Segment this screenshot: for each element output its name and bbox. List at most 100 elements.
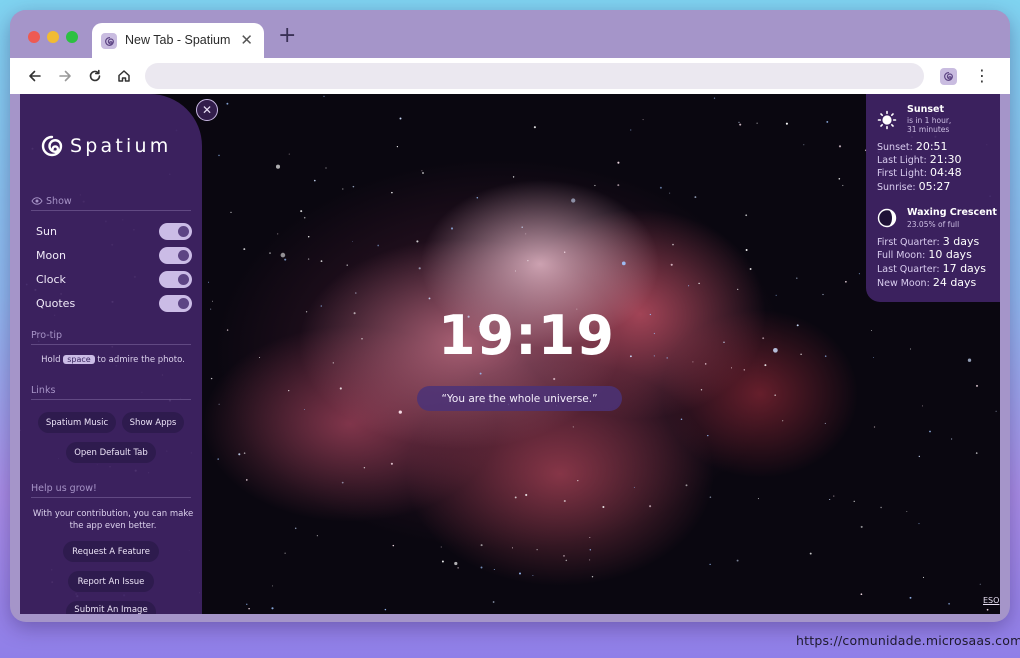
star bbox=[873, 357, 875, 358]
spatium-music-button[interactable]: Spatium Music bbox=[38, 412, 116, 433]
star bbox=[440, 546, 442, 548]
star bbox=[909, 348, 912, 350]
star bbox=[589, 559, 591, 561]
star bbox=[707, 434, 709, 437]
links-heading: Links bbox=[31, 385, 191, 400]
star bbox=[829, 498, 831, 501]
protip-text: Hold space to admire the photo. bbox=[31, 355, 195, 365]
spatium-extension-icon[interactable] bbox=[940, 68, 957, 85]
star bbox=[377, 244, 380, 247]
star bbox=[320, 260, 323, 262]
settings-sidebar: Spatium Show Sun Moon Clock Quotes Pro-t… bbox=[20, 94, 202, 614]
star bbox=[480, 544, 483, 547]
new-tab-button[interactable]: + bbox=[278, 25, 296, 47]
clock-toggle[interactable] bbox=[159, 270, 192, 288]
star bbox=[564, 251, 566, 253]
tab-spatium[interactable]: New Tab - Spatium ✕ bbox=[92, 23, 264, 58]
star bbox=[723, 341, 725, 344]
space-key-badge: space bbox=[63, 355, 95, 364]
star bbox=[870, 330, 872, 332]
sidebar-close-icon[interactable]: ✕ bbox=[196, 99, 218, 121]
home-icon[interactable] bbox=[114, 66, 134, 86]
star bbox=[275, 164, 281, 169]
star bbox=[589, 549, 591, 551]
star bbox=[339, 387, 342, 390]
sun-row-label: Last Light: bbox=[877, 155, 927, 166]
star bbox=[796, 277, 798, 279]
report-issue-button[interactable]: Report An Issue bbox=[68, 571, 154, 592]
sun-row-label: Sunset: bbox=[877, 142, 913, 153]
sun-row: Sunset: 20:51 bbox=[877, 140, 948, 153]
request-feature-button[interactable]: Request A Feature bbox=[63, 541, 159, 562]
star bbox=[929, 430, 931, 433]
back-icon[interactable] bbox=[25, 66, 45, 86]
moon-toggle[interactable] bbox=[159, 246, 192, 264]
star bbox=[284, 258, 287, 261]
star bbox=[243, 452, 246, 454]
toggle-row-quotes: Quotes bbox=[36, 294, 192, 312]
star bbox=[218, 403, 220, 405]
sun-row-value: 05:27 bbox=[918, 180, 951, 193]
star bbox=[512, 547, 513, 549]
star bbox=[617, 161, 620, 164]
star bbox=[774, 394, 777, 397]
logo-text: Spatium bbox=[70, 135, 172, 157]
close-window-button[interactable] bbox=[28, 31, 40, 43]
tab-title: New Tab - Spatium bbox=[125, 33, 231, 47]
star bbox=[307, 235, 310, 238]
tab-close-icon[interactable]: ✕ bbox=[240, 31, 253, 49]
star bbox=[272, 585, 274, 587]
star bbox=[756, 122, 758, 124]
star bbox=[842, 184, 844, 187]
star bbox=[277, 233, 279, 235]
sun-toggle[interactable] bbox=[159, 222, 192, 240]
star bbox=[745, 214, 748, 217]
browser-menu-icon[interactable]: ⋮ bbox=[974, 67, 990, 85]
sun-row-label: Sunrise: bbox=[877, 182, 916, 193]
star bbox=[670, 263, 673, 266]
reload-icon[interactable] bbox=[85, 66, 105, 86]
moon-row: Last Quarter: 17 days bbox=[877, 262, 986, 275]
moon-row-value: 17 days bbox=[942, 262, 987, 275]
star bbox=[649, 505, 652, 508]
quote: “You are the whole universe.” bbox=[417, 386, 622, 411]
forward-icon[interactable] bbox=[55, 66, 75, 86]
star bbox=[824, 422, 826, 424]
sun-sub-line-1: is in 1 hour, bbox=[907, 116, 952, 125]
open-default-tab-button[interactable]: Open Default Tab bbox=[66, 442, 156, 463]
star bbox=[845, 280, 847, 283]
spatium-logo-icon bbox=[41, 135, 63, 157]
sun-moon-card: Sunset is in 1 hour, 31 minutes Sunset: … bbox=[866, 94, 1000, 302]
maximize-window-button[interactable] bbox=[66, 31, 78, 43]
star bbox=[553, 377, 556, 381]
star bbox=[873, 426, 876, 428]
moon-row-label: First Quarter: bbox=[877, 237, 940, 248]
star bbox=[325, 167, 327, 169]
image-credit-link[interactable]: ESO bbox=[983, 596, 999, 605]
toggle-label-clock: Clock bbox=[36, 272, 66, 286]
submit-image-button[interactable]: Submit An Image bbox=[66, 601, 156, 614]
toggle-label-sun: Sun bbox=[36, 224, 57, 238]
star bbox=[208, 281, 209, 283]
star bbox=[536, 549, 538, 551]
spatium-favicon-icon bbox=[101, 33, 117, 49]
star bbox=[602, 505, 605, 509]
star bbox=[565, 559, 568, 562]
star bbox=[757, 498, 759, 500]
show-apps-button[interactable]: Show Apps bbox=[122, 412, 184, 433]
minimize-window-button[interactable] bbox=[47, 31, 59, 43]
star bbox=[246, 479, 248, 481]
star bbox=[422, 172, 424, 174]
star bbox=[226, 329, 229, 331]
star bbox=[226, 102, 229, 105]
quotes-toggle[interactable] bbox=[159, 294, 192, 312]
sun-icon bbox=[877, 110, 897, 130]
show-heading-label: Show bbox=[46, 196, 72, 207]
star bbox=[313, 179, 316, 182]
star bbox=[391, 191, 393, 194]
toggle-label-moon: Moon bbox=[36, 248, 66, 262]
toggle-row-moon: Moon bbox=[36, 246, 192, 264]
star bbox=[738, 121, 740, 124]
address-bar[interactable] bbox=[145, 63, 924, 89]
star bbox=[629, 355, 632, 358]
